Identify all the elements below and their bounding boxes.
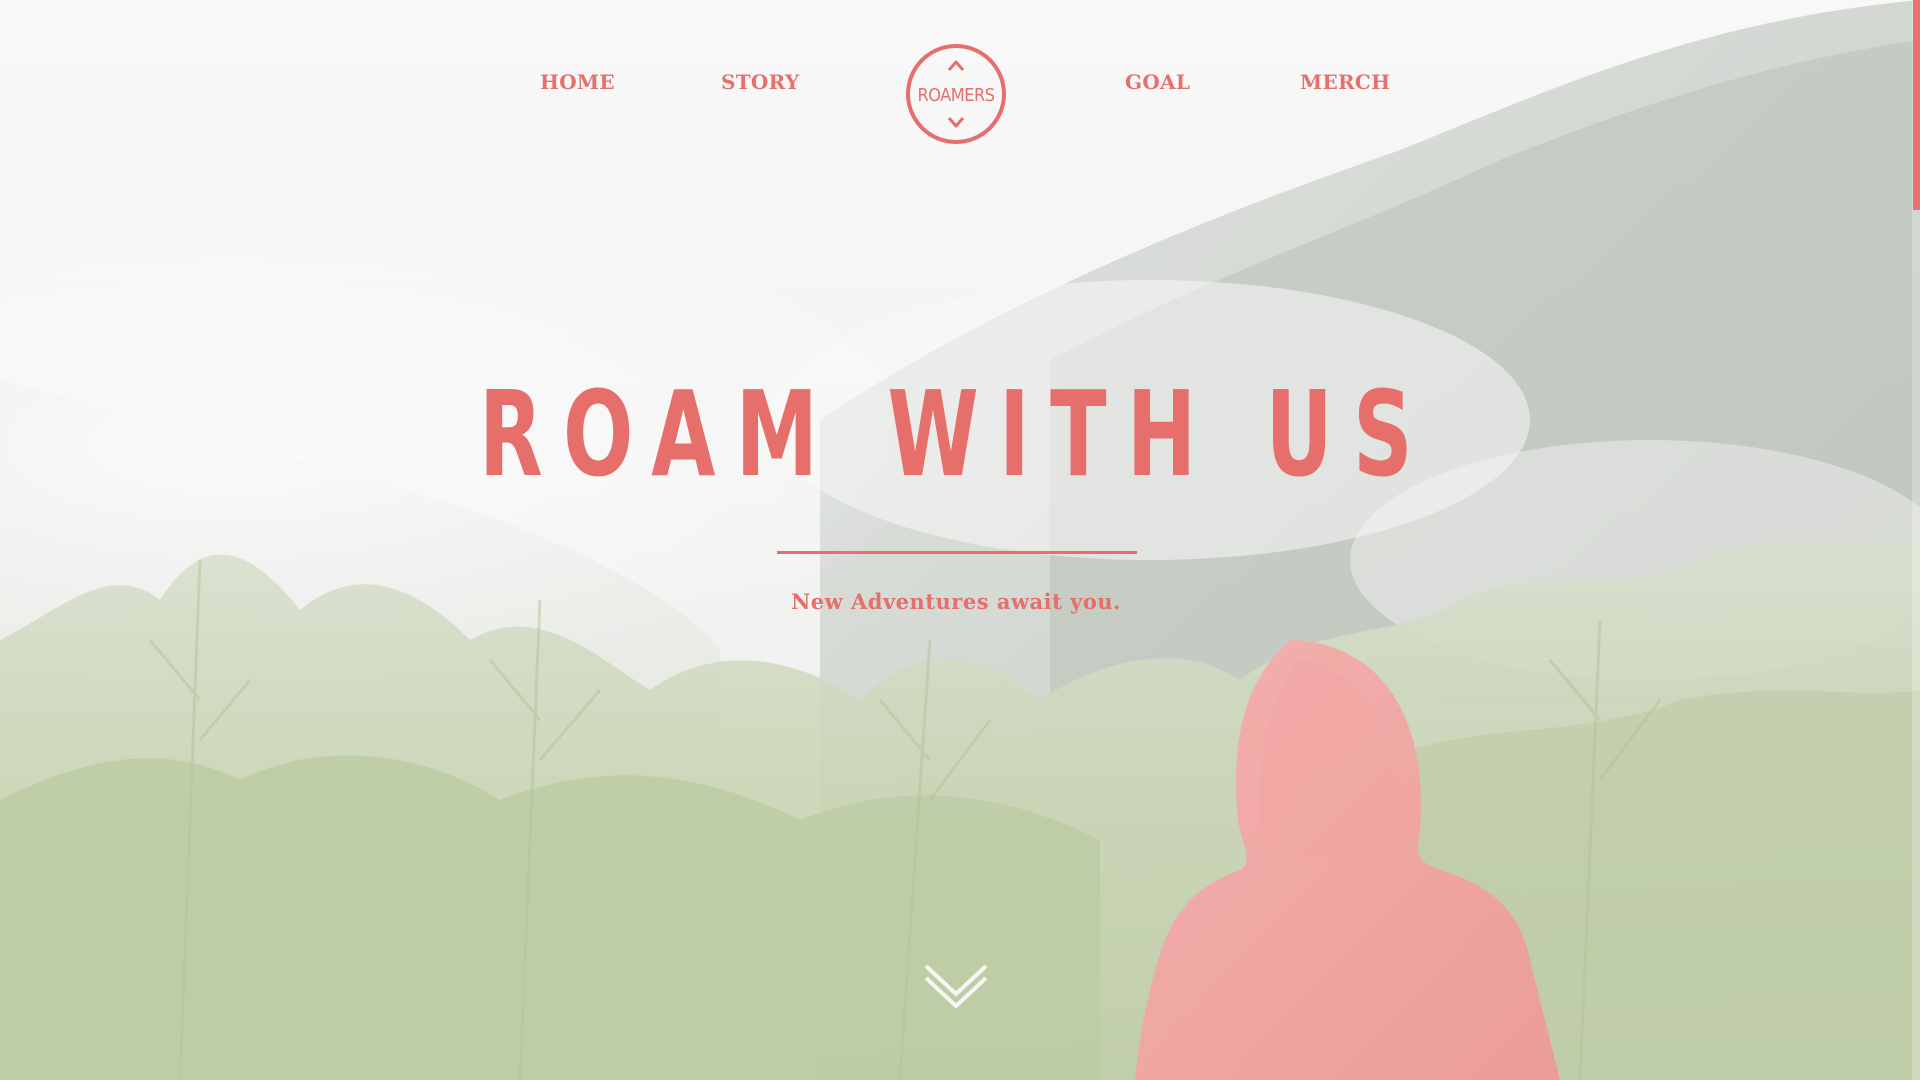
hero-title: ROAM WITH US <box>479 365 1433 503</box>
nav-story-link[interactable]: STORY <box>721 70 800 94</box>
top-navigation: HOME STORY ROAMERS GOAL MERCH <box>0 0 1920 170</box>
nav-home-link[interactable]: HOME <box>540 70 615 94</box>
nav-goal-link[interactable]: GOAL <box>1125 70 1190 94</box>
logo-up-chevron-icon <box>947 60 965 71</box>
page-scrollbar[interactable] <box>1912 0 1920 1080</box>
logo-down-chevron-icon <box>947 117 965 128</box>
landing-page: HOME STORY ROAMERS GOAL MERCH ROAM WITH … <box>0 0 1920 1080</box>
logo-wordmark: ROAMERS <box>918 85 995 106</box>
scrollbar-thumb[interactable] <box>1913 0 1920 210</box>
scroll-down-icon[interactable] <box>922 960 990 1010</box>
roamers-logo[interactable]: ROAMERS <box>905 43 1007 145</box>
hero-subtitle: New Adventures await you. <box>791 589 1121 614</box>
hero-divider <box>777 551 1137 554</box>
nav-merch-link[interactable]: MERCH <box>1300 70 1390 94</box>
